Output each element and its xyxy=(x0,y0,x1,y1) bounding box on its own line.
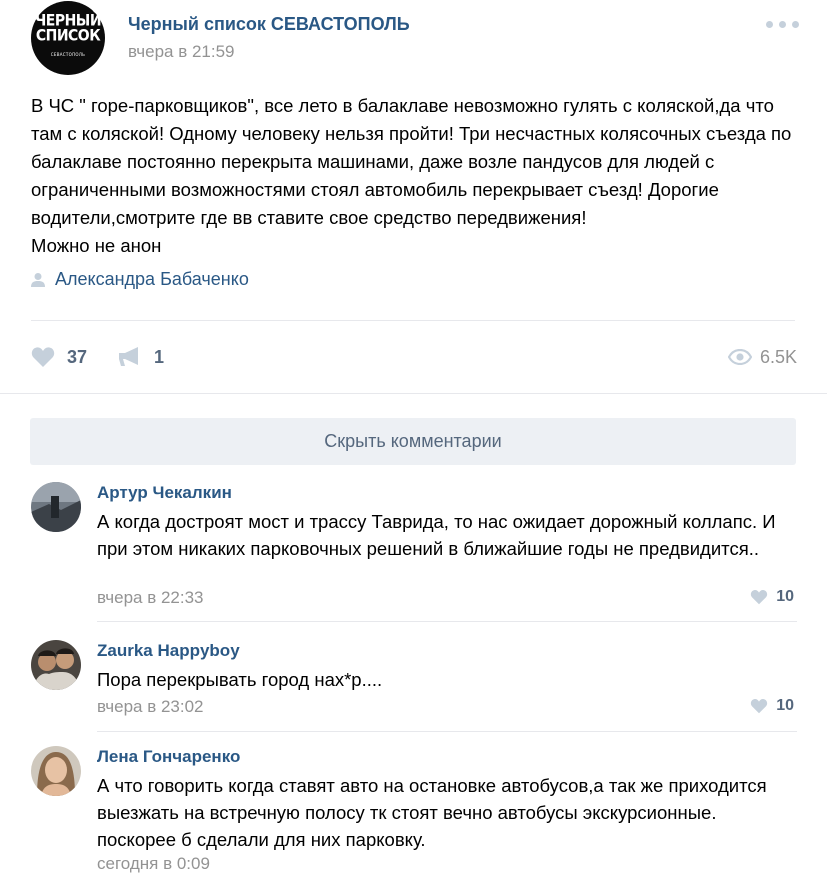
divider xyxy=(31,320,795,321)
comment: Лена Гончаренко А что говорить когда ста… xyxy=(31,746,797,881)
comment-author-name[interactable]: Артур Чекалкин xyxy=(97,483,232,503)
comment-divider xyxy=(97,621,797,622)
comment-author-name[interactable]: Zaurka Happyboy xyxy=(97,641,240,661)
comment-text: А когда достроят мост и трассу Таврида, … xyxy=(97,511,776,559)
comment-author-name[interactable]: Лена Гончаренко xyxy=(97,747,240,767)
comment: Артур Чекалкин А когда достроят мост и т… xyxy=(31,482,797,622)
comment-like-count: 10 xyxy=(776,697,794,714)
like-button[interactable]: 37 xyxy=(31,341,87,373)
heart-icon xyxy=(751,590,768,605)
heart-icon xyxy=(751,699,768,714)
comment-like-button[interactable]: 10 xyxy=(750,588,794,606)
like-count: 37 xyxy=(67,346,88,367)
comment-time[interactable]: сегодня в 0:09 xyxy=(97,854,210,874)
comment: Zaurka Happyboy Пора перекрывать город н… xyxy=(31,640,797,732)
views-counter: 6.5K xyxy=(727,341,797,373)
avatar[interactable] xyxy=(31,482,81,532)
post-actions: 37 1 6.5K xyxy=(31,341,797,373)
avatar-logo-line3: СЕВАСТОПОЛЬ xyxy=(50,52,86,57)
group-avatar[interactable]: ЧЕРНЫЙ СПИСОК СЕВАСТОПОЛЬ xyxy=(31,1,105,75)
avatar[interactable] xyxy=(31,640,81,690)
post-author[interactable]: Александра Бабаченко xyxy=(31,269,249,290)
views-count: 6.5K xyxy=(759,346,797,367)
comment-time[interactable]: вчера в 23:02 xyxy=(97,697,204,717)
post-text: В ЧС " горе-парковщиков", все лето в бал… xyxy=(31,95,792,256)
person-icon xyxy=(31,272,45,287)
avatar-logo-line2: СПИСОК xyxy=(35,26,101,46)
comment-text: А что говорить когда ставят авто на оста… xyxy=(97,775,767,850)
comment-time[interactable]: вчера в 22:33 xyxy=(97,588,204,608)
section-divider xyxy=(0,393,827,394)
avatar[interactable] xyxy=(31,746,81,796)
heart-icon xyxy=(31,347,55,367)
comment-like-count: 10 xyxy=(776,588,794,605)
megaphone-icon xyxy=(119,347,138,366)
share-button[interactable]: 1 xyxy=(118,341,164,373)
comment-like-button[interactable]: 10 xyxy=(750,697,794,715)
post-time[interactable]: вчера в 21:59 xyxy=(128,42,235,62)
eye-icon xyxy=(727,349,752,365)
share-count: 1 xyxy=(154,346,165,367)
group-name-link[interactable]: Черный список СЕВАСТОПОЛЬ xyxy=(128,14,410,35)
comment-divider xyxy=(97,731,797,732)
hide-comments-button[interactable]: Скрыть комментарии xyxy=(30,418,796,465)
post-author-name[interactable]: Александра Бабаченко xyxy=(55,269,249,290)
comment-text: Пора перекрывать город нах*р.... xyxy=(97,669,383,690)
more-dots-icon[interactable] xyxy=(765,16,799,32)
